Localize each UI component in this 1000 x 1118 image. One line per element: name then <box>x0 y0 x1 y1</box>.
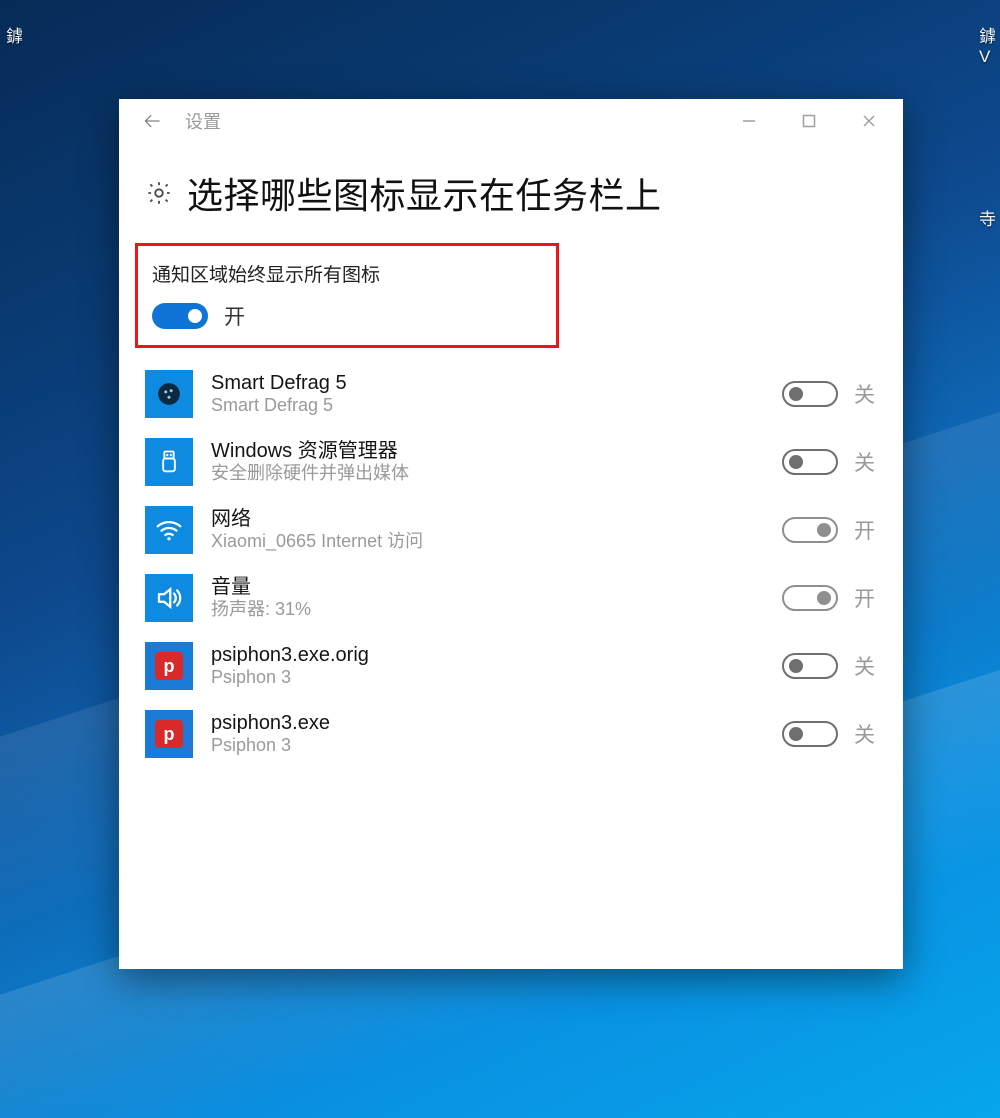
list-item-title: psiphon3.exe.orig <box>211 644 764 667</box>
usb-icon <box>145 438 193 486</box>
master-toggle-state: 开 <box>224 301 245 331</box>
wifi-icon <box>145 506 193 554</box>
list-item-toggle[interactable] <box>782 653 838 679</box>
list-item-subtitle: Psiphon 3 <box>211 667 764 689</box>
defrag-icon <box>145 370 193 418</box>
annotation-highlight: 通知区域始终显示所有图标 开 <box>135 243 559 348</box>
back-button[interactable] <box>141 110 163 132</box>
icon-list: Smart Defrag 5Smart Defrag 5关Windows 资源管… <box>145 360 877 768</box>
list-item-toggle-state: 关 <box>854 379 875 409</box>
list-item-toggle-state: 关 <box>854 447 875 477</box>
list-item-toggle[interactable] <box>782 585 838 611</box>
list-item-toggle-state: 关 <box>854 719 875 749</box>
list-item-title: 音量 <box>211 576 764 599</box>
list-item-toggle[interactable] <box>782 381 838 407</box>
list-item-text: psiphon3.exe.origPsiphon 3 <box>211 644 764 689</box>
list-item-toggle[interactable] <box>782 721 838 747</box>
list-item-toggle-group: 关 <box>782 719 875 749</box>
list-item-toggle-group: 关 <box>782 379 875 409</box>
desktop-edge-text-left: 鎼 <box>6 22 23 47</box>
list-item-text: Smart Defrag 5Smart Defrag 5 <box>211 372 764 417</box>
list-item-toggle-state: 关 <box>854 651 875 681</box>
list-item-toggle-group: 关 <box>782 447 875 477</box>
window-content: 选择哪些图标显示在任务栏上 通知区域始终显示所有图标 开 Smart Defra… <box>119 143 903 969</box>
gear-icon <box>145 179 173 207</box>
list-item-title: psiphon3.exe <box>211 712 764 735</box>
list-item: p psiphon3.exePsiphon 3 关 <box>145 700 877 768</box>
desktop-edge-text-right-2: 寺 <box>979 205 996 230</box>
window-titlebar: 设置 <box>119 99 903 143</box>
list-item-toggle-state: 开 <box>854 583 875 613</box>
master-toggle[interactable] <box>152 303 208 329</box>
list-item-toggle-group: 开 <box>782 583 875 613</box>
minimize-button[interactable] <box>719 99 779 143</box>
page-title: 选择哪些图标显示在任务栏上 <box>187 167 662 219</box>
list-item: Windows 资源管理器安全删除硬件并弹出媒体 关 <box>145 428 877 496</box>
list-item-subtitle: 安全删除硬件并弹出媒体 <box>211 463 764 485</box>
list-item: 网络Xiaomi_0665 Internet 访问 开 <box>145 496 877 564</box>
desktop-edge-text-right: 鎼V <box>979 22 996 67</box>
list-item: Smart Defrag 5Smart Defrag 5 关 <box>145 360 877 428</box>
psiphon-icon: p <box>145 710 193 758</box>
list-item-subtitle: 扬声器: 31% <box>211 599 764 621</box>
list-item-toggle-group: 关 <box>782 651 875 681</box>
list-item-title: Smart Defrag 5 <box>211 372 764 395</box>
list-item-toggle-state: 开 <box>854 515 875 545</box>
page-heading-row: 选择哪些图标显示在任务栏上 <box>145 167 877 219</box>
list-item-toggle-group: 开 <box>782 515 875 545</box>
volume-icon <box>145 574 193 622</box>
list-item-text: Windows 资源管理器安全删除硬件并弹出媒体 <box>211 440 764 485</box>
close-button[interactable] <box>839 99 899 143</box>
list-item: p psiphon3.exe.origPsiphon 3 关 <box>145 632 877 700</box>
list-item-subtitle: Smart Defrag 5 <box>211 395 764 417</box>
maximize-button[interactable] <box>779 99 839 143</box>
list-item-title: Windows 资源管理器 <box>211 440 764 463</box>
list-item-toggle[interactable] <box>782 517 838 543</box>
settings-window: 设置 选择哪些图标显示在任务栏上 通知区域始终显示所有 <box>119 99 903 969</box>
list-item-text: psiphon3.exePsiphon 3 <box>211 712 764 757</box>
list-item: 音量扬声器: 31% 开 <box>145 564 877 632</box>
list-item-text: 网络Xiaomi_0665 Internet 访问 <box>211 508 764 553</box>
list-item-toggle[interactable] <box>782 449 838 475</box>
list-item-title: 网络 <box>211 508 764 531</box>
psiphon-icon: p <box>145 642 193 690</box>
window-title: 设置 <box>185 108 221 134</box>
list-item-text: 音量扬声器: 31% <box>211 576 764 621</box>
list-item-subtitle: Xiaomi_0665 Internet 访问 <box>211 531 764 553</box>
master-toggle-label: 通知区域始终显示所有图标 <box>152 260 542 287</box>
list-item-subtitle: Psiphon 3 <box>211 735 764 757</box>
